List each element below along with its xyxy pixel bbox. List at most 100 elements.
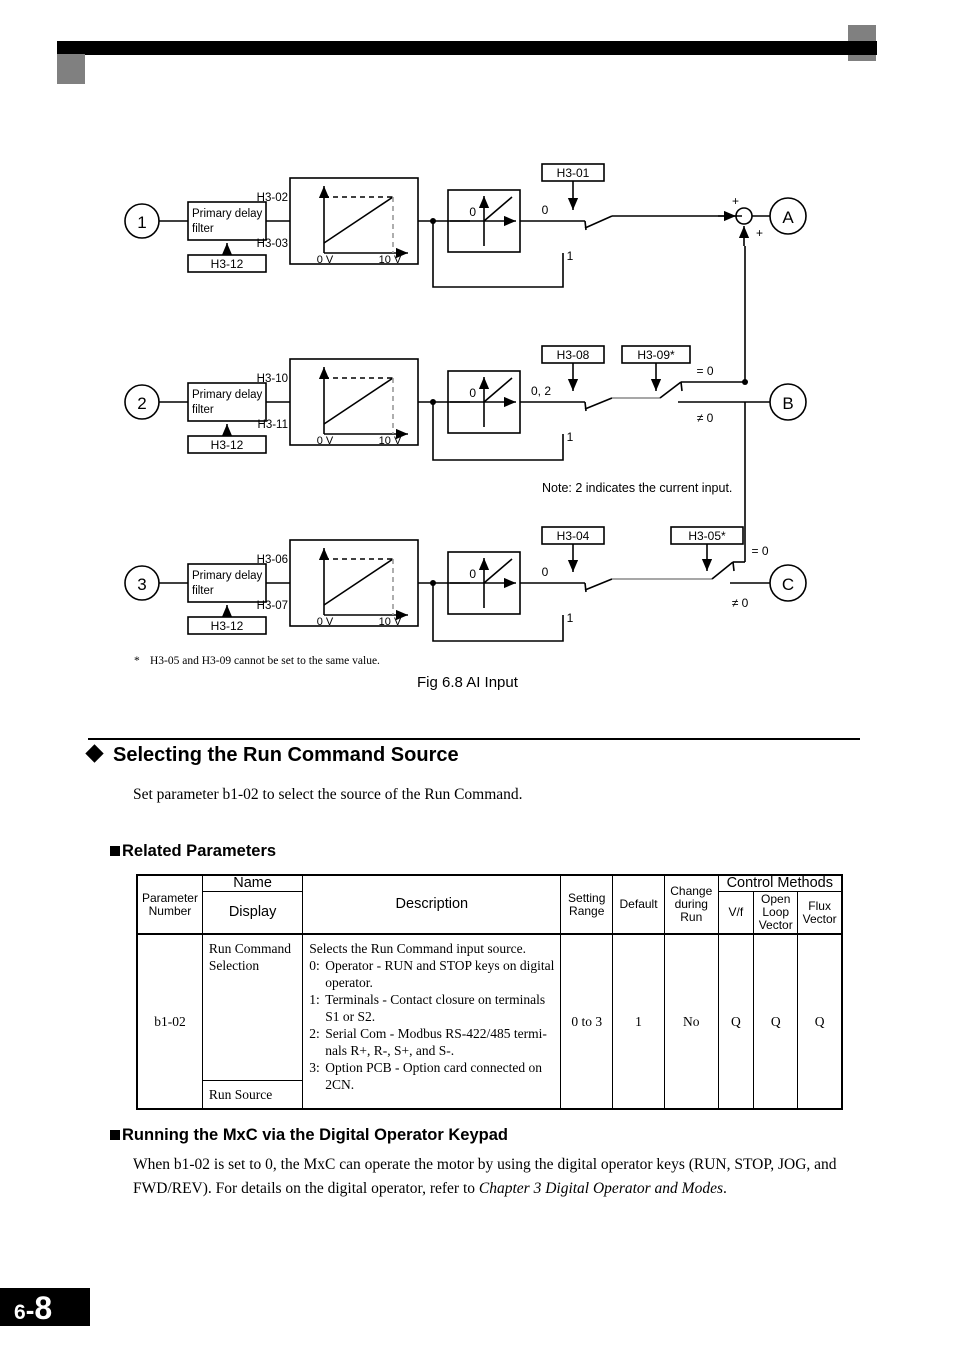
- table-row: b1-02 Run Command Selection Selects the …: [135, 933, 844, 1110]
- th-setting-range: Setting Range: [560, 874, 614, 935]
- desc-item-1-t1: Terminals - Contact closure on terminals: [325, 992, 546, 1007]
- td-parameter-number: b1-02: [135, 933, 203, 1110]
- bias-gain-graph-box-3: [289, 539, 419, 627]
- section-intro-paragraph: Set parameter b1-02 to select the source…: [133, 786, 523, 803]
- square-bullet-icon: [110, 846, 120, 856]
- select-param-label-1: H3-01: [557, 166, 590, 180]
- table-header: Parameter Number Name Description Settin…: [135, 874, 844, 935]
- th-change-l1: Change: [670, 884, 713, 898]
- figure-note: Note: 2 indicates the current input.: [542, 481, 732, 495]
- td-description: Selects the Run Command input source. 0:…: [302, 933, 562, 1110]
- page-title: Selecting the Run Command Source: [85, 744, 459, 767]
- desc-item-3-num: 3:: [309, 1060, 320, 1075]
- abs-block-zero-label-2: 0: [469, 386, 476, 400]
- desc-item-2-t1: Serial Com - Modbus RS-422/485 termi-: [325, 1026, 547, 1041]
- desc-item-0-l1: 0: Operator - RUN and STOP keys on digita…: [309, 957, 554, 974]
- desc-item-0-l2: operator.: [309, 974, 554, 991]
- route-param-label-3: H3-05*: [688, 529, 726, 543]
- graph-bottom-label-2: H3-11: [258, 419, 288, 431]
- desc-item-2-t2: nals R+, R-, S+, and S-.: [325, 1043, 455, 1058]
- td-setting-range: 0 to 3: [560, 933, 614, 1110]
- td-default: 1: [612, 933, 665, 1110]
- footer-chapter: 6: [14, 1301, 26, 1324]
- primary-delay-filter-label-2a: Primary delay: [192, 389, 263, 401]
- figure-ai-input-diagram: 1 Primary delay filter H3-12 H3-02 H3-03…: [0, 150, 954, 695]
- th-setting-range-l1: Setting: [568, 890, 606, 905]
- figure-caption: Fig 6.8 AI Input: [417, 674, 519, 691]
- switch-bottom-label-3: 1: [567, 611, 574, 625]
- diamond-bullet-icon: [85, 744, 104, 763]
- switch-top-label-2: 0, 2: [531, 384, 551, 398]
- desc-item-2-l2: nals R+, R-, S+, and S-.: [309, 1042, 554, 1059]
- page-title-text: Selecting the Run Command Source: [113, 744, 459, 766]
- desc-item-1-l2: S1 or S2.: [309, 1008, 554, 1025]
- graph-xmax-label-1: 10 V: [379, 254, 402, 266]
- desc-item-2-l1: 2: Serial Com - Modbus RS-422/485 termi-: [309, 1025, 554, 1042]
- th-control-methods: Control Methods: [717, 874, 843, 892]
- output-circle-b-label: B: [782, 394, 793, 413]
- table-header-row-1: Parameter Number Name Description Settin…: [135, 874, 843, 935]
- desc-item-3-l2: 2CN.: [309, 1076, 554, 1093]
- desc-item-2-num: 2:: [309, 1026, 320, 1041]
- th-vf: V/f: [717, 891, 755, 935]
- switch-bottom-label-1: 1: [567, 249, 574, 263]
- th-fv-l1: Flux: [808, 898, 831, 913]
- running-section-heading: Running the MxC via the Digital Operator…: [110, 1126, 508, 1145]
- graph-bottom-label-3: H3-07: [257, 600, 288, 612]
- filter-param-label-3: H3-12: [211, 619, 244, 633]
- th-fv-l2: Vector: [802, 911, 837, 926]
- desc-item-0-num: 0:: [309, 958, 320, 973]
- output-circle-c-label: C: [782, 575, 794, 594]
- th-parameter-number: Parameter Number: [135, 874, 203, 935]
- primary-delay-filter-label-3a: Primary delay: [192, 570, 263, 582]
- primary-delay-filter-label-2b: filter: [192, 404, 214, 416]
- desc-item-3-l1: 3: Option PCB - Option card connected on: [309, 1059, 554, 1076]
- running-section-heading-text: Running the MxC via the Digital Operator…: [122, 1126, 508, 1144]
- th-change-l3: Run: [680, 910, 703, 924]
- graph-top-label-3: H3-06: [257, 554, 288, 566]
- desc-intro: Selects the Run Command input source.: [309, 941, 526, 956]
- filter-param-label-1: H3-12: [211, 257, 244, 271]
- graph-xmin-label-2: 0 V: [317, 435, 334, 447]
- td-flux-vector: Q: [797, 933, 844, 1110]
- graph-xmin-label-1: 0 V: [317, 254, 334, 266]
- figure-channel-1: 1 Primary delay filter H3-12 H3-02 H3-03…: [124, 163, 807, 288]
- related-parameters-table: Parameter Number Name Description Settin…: [135, 874, 844, 1110]
- route-neq-label-3: ≠ 0: [732, 596, 749, 610]
- switch-top-label-1: 0: [542, 203, 549, 217]
- select-param-label-2: H3-08: [557, 348, 590, 362]
- td-name: Run Command Selection: [201, 933, 304, 1081]
- primary-delay-filter-label-1a: Primary delay: [192, 208, 263, 220]
- th-parameter-number-l2: Number: [148, 903, 192, 918]
- th-parameter-number-l1: Parameter: [141, 890, 198, 905]
- th-flux-vector: Flux Vector: [797, 891, 844, 935]
- input-circle-3-label: 3: [137, 575, 146, 594]
- filter-param-label-2: H3-12: [211, 438, 244, 452]
- figure-channel-3: 3 Primary delay filter H3-12 H3-06 H3-07…: [124, 526, 807, 642]
- running-paragraph-italic: Chapter 3 Digital Operator and Modes: [478, 1180, 724, 1197]
- desc-item-0-t2: operator.: [325, 975, 373, 990]
- related-parameters-heading: Related Parameters: [110, 842, 276, 861]
- graph-top-label-2: H3-10: [257, 373, 288, 385]
- th-olv-l3: Vector: [758, 918, 793, 932]
- abs-block-zero-label-1: 0: [469, 205, 476, 219]
- input-circle-2-label: 2: [137, 394, 146, 413]
- th-display: Display: [201, 891, 304, 935]
- desc-item-1-num: 1:: [309, 992, 320, 1007]
- th-default: Default: [612, 874, 665, 935]
- related-parameters-heading-text: Related Parameters: [122, 842, 277, 860]
- route-eq-label-2: = 0: [696, 364, 713, 378]
- desc-item-1-t2: S1 or S2.: [325, 1009, 376, 1024]
- th-change-l2: during: [674, 897, 708, 911]
- section-rule: [88, 738, 860, 740]
- td-open-loop-vector: Q: [753, 933, 799, 1110]
- summing-plus-label-2: +: [756, 226, 763, 240]
- td-name-l1: Run Command: [208, 941, 292, 956]
- primary-delay-filter-label-3b: filter: [192, 585, 214, 597]
- desc-item-0-t1: Operator - RUN and STOP keys on digital: [325, 958, 555, 973]
- th-change-during-run: Change during Run: [663, 874, 719, 935]
- desc-item-3-t2: 2CN.: [325, 1077, 355, 1092]
- td-change-during-run: No: [663, 933, 719, 1110]
- td-display: Run Source: [201, 1079, 304, 1110]
- td-name-l2: Selection: [208, 958, 260, 973]
